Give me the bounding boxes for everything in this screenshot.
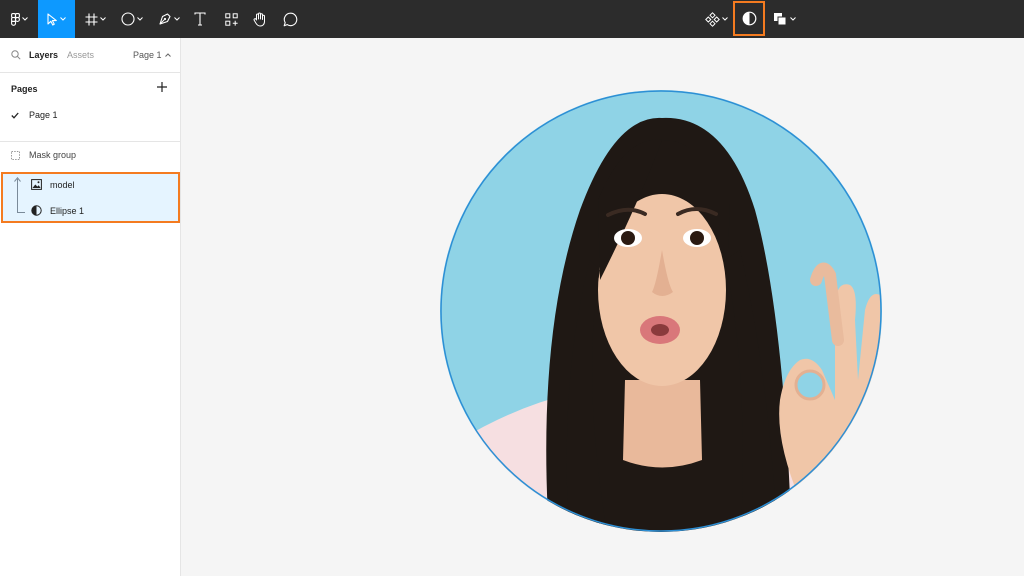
layer-label: Mask group [29, 150, 77, 160]
add-page-icon[interactable] [156, 81, 168, 93]
chevron-down-icon [21, 17, 28, 21]
layer-mask-group[interactable]: Mask group [11, 150, 76, 160]
mask-group-icon [11, 150, 20, 160]
text-tool-button[interactable] [189, 0, 211, 38]
chevron-down-icon [60, 17, 66, 21]
image-icon [31, 179, 42, 190]
figma-logo-icon [10, 12, 20, 26]
components-icon [224, 12, 238, 26]
layer-label: Ellipse 1 [50, 205, 85, 216]
comment-icon [283, 12, 297, 26]
masked-layers-selection: model Ellipse 1 [1, 172, 180, 223]
arrow-up-icon [14, 177, 21, 182]
chevron-down-icon [137, 17, 143, 21]
design-canvas[interactable] [182, 38, 1024, 576]
hand-icon [253, 12, 265, 26]
frame-tool-button[interactable] [80, 0, 110, 38]
panel-tabs: Layers Assets Page 1 [0, 38, 181, 73]
model-photo [440, 90, 882, 532]
tab-assets[interactable]: Assets [67, 50, 94, 60]
ellipse-icon [121, 12, 135, 26]
text-icon [194, 12, 206, 26]
mask-icon [31, 205, 42, 216]
pen-tool-button[interactable] [154, 0, 184, 38]
use-as-mask-button[interactable] [733, 1, 765, 36]
components-tool-button[interactable] [220, 0, 242, 38]
mask-icon [742, 11, 756, 26]
layer-model[interactable]: model [31, 179, 75, 190]
page-item-label: Page 1 [29, 110, 58, 120]
layer-ellipse-1[interactable]: Ellipse 1 [31, 205, 84, 216]
hand-tool-button[interactable] [249, 0, 271, 38]
layer-label: model [50, 179, 75, 190]
pen-icon [159, 13, 171, 25]
comment-tool-button[interactable] [279, 0, 301, 38]
ellipse-tool-button[interactable] [117, 0, 147, 38]
boolean-union-icon [773, 13, 786, 26]
layers-panel: Layers Assets Page 1 Pages Page 1 Mask g… [0, 38, 181, 576]
chevron-down-icon [721, 17, 728, 21]
create-component-button[interactable] [702, 0, 730, 38]
checkmark-icon [11, 112, 19, 119]
component-diamond-icon [704, 11, 720, 27]
chevron-down-icon [789, 17, 796, 21]
chevron-down-icon [99, 17, 106, 21]
pages-heading: Pages [11, 84, 38, 94]
frame-icon [85, 13, 97, 25]
chevron-up-icon [164, 53, 171, 57]
toolbar [0, 0, 1024, 38]
main-menu-button[interactable] [4, 0, 34, 38]
search-icon[interactable] [11, 50, 21, 60]
move-tool-button[interactable] [38, 0, 75, 38]
boolean-groups-button[interactable] [769, 0, 799, 38]
masked-photo[interactable] [440, 80, 882, 540]
cursor-arrow-icon [47, 12, 57, 26]
page-item-page-1[interactable]: Page 1 [11, 110, 58, 120]
mask-connector-line [17, 179, 25, 213]
tab-layers[interactable]: Layers [29, 50, 58, 60]
page-selector-label: Page 1 [133, 50, 162, 60]
page-selector[interactable]: Page 1 [133, 50, 171, 60]
divider [0, 141, 181, 142]
chevron-down-icon [174, 17, 180, 21]
